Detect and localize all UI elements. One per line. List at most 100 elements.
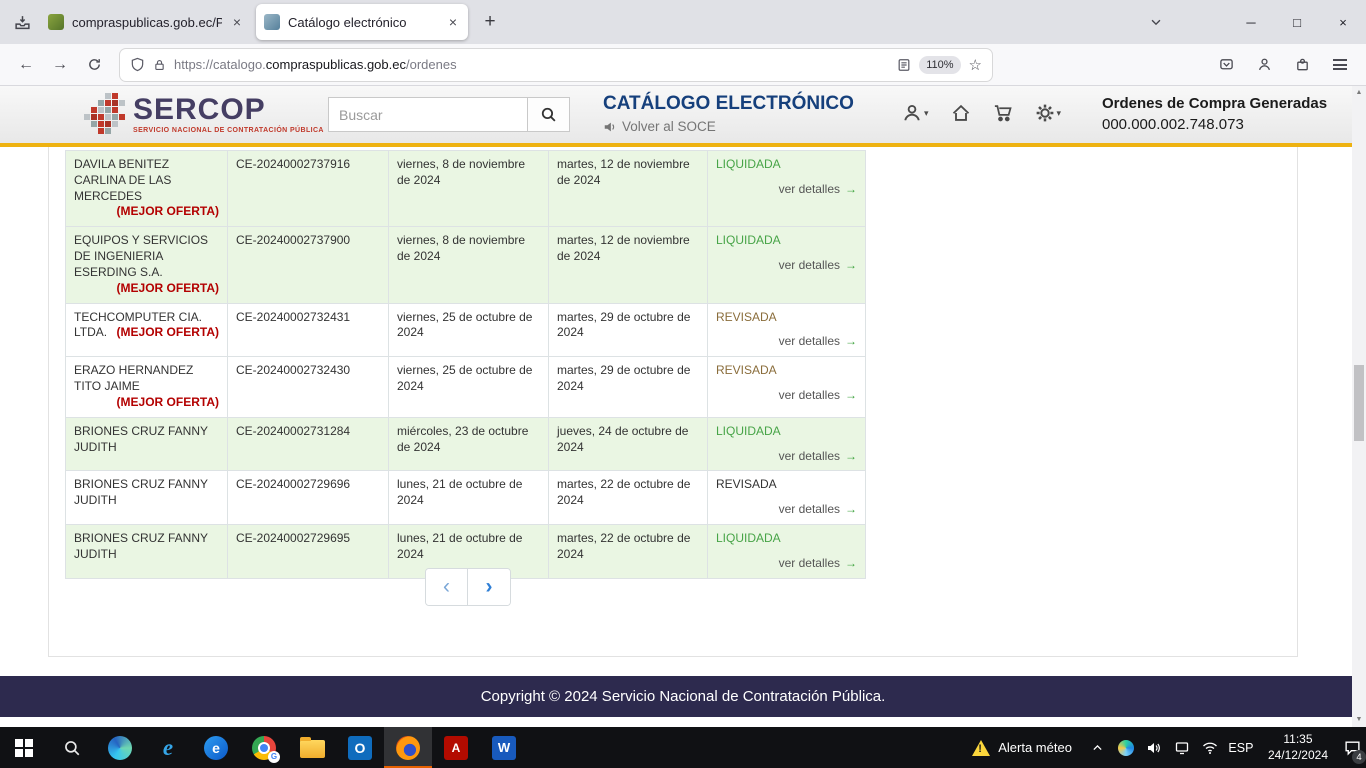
ver-detalles-link[interactable]: ver detalles	[779, 334, 840, 348]
order-code-cell: CE-20240002731284	[228, 417, 389, 471]
display-tray-icon[interactable]	[1168, 727, 1196, 768]
sercop-logo[interactable]: SERCOP SERVICIO NACIONAL DE CONTRATACIÓN…	[84, 93, 324, 135]
orders-table: DAVILA BENITEZ CARLINA DE LAS MERCEDES(M…	[65, 150, 866, 579]
ver-detalles-link[interactable]: ver detalles	[779, 258, 840, 272]
scrollbar-thumb[interactable]	[1354, 365, 1364, 441]
title-block: CATÁLOGO ELECTRÓNICO Volver al SOCE	[603, 93, 854, 134]
start-button[interactable]	[0, 727, 48, 768]
tab-catalogo-electronico[interactable]: Catálogo electrónico ×	[256, 4, 468, 40]
zoom-indicator[interactable]: 110%	[919, 56, 960, 74]
reload-button[interactable]	[78, 50, 110, 80]
clock[interactable]: 11:35 24/12/2024	[1258, 732, 1338, 763]
volume-icon[interactable]	[1140, 727, 1168, 768]
minimize-button[interactable]: ─	[1228, 0, 1274, 44]
table-row: EQUIPOS Y SERVICIOS DE INGENIERIA ESERDI…	[66, 227, 866, 303]
arrow-right-icon: →	[845, 182, 857, 196]
next-page-button[interactable]: ›	[468, 569, 510, 605]
google-badge: G	[268, 751, 280, 763]
pocket-icon[interactable]	[1210, 50, 1242, 80]
status-badge: LIQUIDADA	[716, 424, 857, 440]
prev-page-button[interactable]: ‹	[426, 569, 468, 605]
search-input[interactable]	[328, 97, 528, 132]
forward-button[interactable]: →	[44, 50, 76, 80]
taskbar-search-icon[interactable]	[48, 727, 96, 768]
order-code-cell: CE-20240002729696	[228, 471, 389, 525]
pagination: ‹ ›	[425, 568, 511, 606]
date2-cell: martes, 12 de noviembre de 2024	[549, 227, 708, 303]
ver-detalles-link[interactable]: ver detalles	[779, 182, 840, 196]
list-all-tabs-chevron-icon[interactable]	[1140, 6, 1172, 38]
cart-icon[interactable]	[993, 103, 1013, 123]
status-cell: REVISADA ver detalles→	[708, 303, 866, 357]
tab-favicon	[264, 14, 280, 30]
outlook-icon[interactable]: O	[336, 727, 384, 768]
status-cell: LIQUIDADA ver detalles→	[708, 417, 866, 471]
edge-legacy-icon[interactable]: e	[192, 727, 240, 768]
provider-cell: DAVILA BENITEZ CARLINA DE LAS MERCEDES(M…	[66, 151, 228, 227]
user-menu-icon[interactable]: ▾	[902, 103, 929, 123]
chrome-icon[interactable]: G	[240, 727, 288, 768]
search-button[interactable]	[528, 97, 570, 132]
provider-cell: BRIONES CRUZ FANNY JUDITH	[66, 525, 228, 579]
maximize-button[interactable]: □	[1274, 0, 1320, 44]
edge-icon[interactable]	[96, 727, 144, 768]
windows-logo-icon	[15, 739, 33, 757]
status-cell: LIQUIDADA ver detalles→	[708, 525, 866, 579]
date1-cell: miércoles, 23 de octubre de 2024	[389, 417, 549, 471]
firefox-view-icon[interactable]	[6, 6, 38, 38]
firefox-icon[interactable]	[384, 727, 432, 768]
date2-cell: martes, 29 de octubre de 2024	[549, 303, 708, 357]
web-page: SERCOP SERVICIO NACIONAL DE CONTRATACIÓN…	[0, 86, 1366, 727]
ver-detalles-link[interactable]: ver detalles	[779, 388, 840, 402]
lock-icon[interactable]	[153, 58, 166, 72]
tab-compraspublicas[interactable]: compraspublicas.gob.ec/Proce... ×	[40, 4, 252, 40]
status-cell: REVISADA ver detalles→	[708, 471, 866, 525]
hidden-icons-chevron[interactable]	[1084, 727, 1112, 768]
reader-mode-icon[interactable]	[897, 58, 911, 72]
ver-detalles-link[interactable]: ver detalles	[779, 449, 840, 463]
scroll-up-arrow-icon[interactable]: ▲	[1352, 86, 1366, 100]
provider-cell: EQUIPOS Y SERVICIOS DE INGENIERIA ESERDI…	[66, 227, 228, 303]
windows-taskbar: e e G O A W ! Alerta méteo ESP 11:35 24/…	[0, 727, 1366, 768]
ver-detalles-link[interactable]: ver detalles	[779, 556, 840, 570]
acrobat-icon[interactable]: A	[432, 727, 480, 768]
internet-explorer-icon[interactable]: e	[144, 727, 192, 768]
order-code-cell: CE-20240002737916	[228, 151, 389, 227]
home-icon[interactable]	[951, 103, 971, 123]
extensions-icon[interactable]	[1286, 50, 1318, 80]
weather-alert[interactable]: ! Alerta méteo	[960, 727, 1084, 768]
page-scrollbar[interactable]: ▲ ▼	[1352, 86, 1366, 727]
account-icon[interactable]	[1248, 50, 1280, 80]
provider-name: ERAZO HERNANDEZ TITO JAIME	[74, 363, 193, 393]
date2-cell: martes, 22 de octubre de 2024	[549, 471, 708, 525]
address-bar[interactable]: https://catalogo.compraspublicas.gob.ec/…	[120, 49, 992, 81]
tab-favicon	[48, 14, 64, 30]
action-center-icon[interactable]: 4	[1338, 727, 1366, 768]
url-text: https://catalogo.compraspublicas.gob.ec/…	[174, 57, 889, 72]
word-icon[interactable]: W	[480, 727, 528, 768]
site-header: SERCOP SERVICIO NACIONAL DE CONTRATACIÓN…	[0, 86, 1366, 143]
language-indicator[interactable]: ESP	[1224, 741, 1258, 755]
status-cell: REVISADA ver detalles→	[708, 357, 866, 417]
ver-detalles-link[interactable]: ver detalles	[779, 502, 840, 516]
desktop: compraspublicas.gob.ec/Proce... × Catálo…	[0, 0, 1366, 768]
file-explorer-icon[interactable]	[288, 727, 336, 768]
table-row: BRIONES CRUZ FANNY JUDITH CE-20240002731…	[66, 417, 866, 471]
provider-name: BRIONES CRUZ FANNY JUDITH	[74, 424, 208, 454]
back-button[interactable]: ←	[10, 50, 42, 80]
date2-cell: martes, 12 de noviembre de 2024	[549, 151, 708, 227]
close-button[interactable]: ×	[1320, 0, 1366, 44]
volver-al-soce-link[interactable]: Volver al SOCE	[603, 119, 854, 134]
edge-tray-icon[interactable]	[1112, 727, 1140, 768]
tab-close-icon[interactable]: ×	[230, 14, 244, 30]
network-icon[interactable]	[1196, 727, 1224, 768]
tracking-shield-icon[interactable]	[130, 57, 145, 72]
bookmark-star-icon[interactable]: ☆	[969, 56, 982, 74]
tab-title: compraspublicas.gob.ec/Proce...	[72, 15, 222, 30]
scroll-down-arrow-icon[interactable]: ▼	[1352, 713, 1366, 727]
settings-gear-icon[interactable]: ▾	[1035, 103, 1062, 123]
new-tab-button[interactable]: +	[474, 6, 506, 38]
tab-close-icon[interactable]: ×	[446, 14, 460, 30]
menu-icon[interactable]	[1324, 50, 1356, 80]
arrow-right-icon: →	[845, 334, 857, 348]
